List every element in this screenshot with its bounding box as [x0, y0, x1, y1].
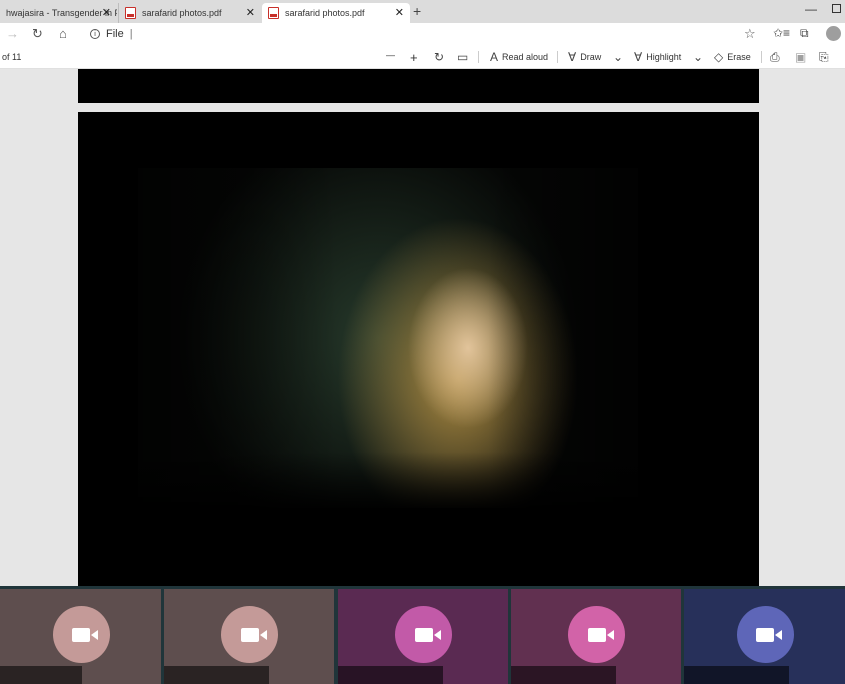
- participant-tile[interactable]: [0, 589, 161, 684]
- highlight-label: Highlight: [646, 52, 682, 62]
- close-tab-icon[interactable]: ✕: [102, 6, 111, 19]
- tab-label: sarafarid photos.pdf: [285, 8, 365, 18]
- rotate-icon: ↻: [434, 50, 445, 64]
- chevron-down-icon: ⌄: [693, 50, 704, 64]
- save-icon: ▣: [795, 50, 807, 64]
- zoom-out-button[interactable]: —: [386, 50, 395, 60]
- divider: [557, 51, 558, 63]
- camera-icon: [568, 606, 625, 663]
- tab-transgender[interactable]: hwajasira - Transgender in Paki ✕: [0, 3, 117, 23]
- participant-tile[interactable]: [338, 589, 508, 684]
- erase-button[interactable]: ◇ Erase: [714, 50, 751, 64]
- zoom-in-icon: +: [410, 50, 418, 65]
- participant-name-bar: [684, 666, 789, 684]
- url-field[interactable]: i File |: [84, 25, 764, 43]
- collections-icon[interactable]: ⧉: [800, 26, 809, 41]
- new-tab-button[interactable]: +: [413, 3, 421, 19]
- divider: [478, 51, 479, 63]
- read-aloud-icon: A: [490, 50, 499, 64]
- close-tab-icon[interactable]: ✕: [395, 6, 404, 19]
- pdf-icon: [125, 7, 136, 19]
- draw-button[interactable]: ∀ Draw: [568, 50, 601, 64]
- avatar[interactable]: [826, 26, 841, 41]
- participant-name-bar: [338, 666, 443, 684]
- pdf-page: [78, 112, 759, 586]
- participant-tile[interactable]: [164, 589, 334, 684]
- print-button[interactable]: ⎙: [770, 50, 784, 65]
- forward-icon[interactable]: →: [6, 26, 19, 41]
- fit-page-button[interactable]: ▭: [457, 50, 472, 64]
- pdf-icon: [268, 7, 279, 19]
- close-tab-icon[interactable]: ✕: [246, 6, 255, 19]
- save-as-icon: ⎘: [819, 50, 829, 64]
- camera-icon: [736, 606, 794, 663]
- highlight-dropdown[interactable]: ⌄: [693, 50, 707, 64]
- camera-icon: [52, 606, 110, 663]
- favorite-star-icon[interactable]: ☆: [744, 26, 756, 42]
- participant-name-bar: [164, 666, 269, 684]
- draw-label: Draw: [580, 52, 602, 62]
- url-text: |: [129, 28, 133, 40]
- tab-pdf-1[interactable]: sarafarid photos.pdf ✕: [118, 3, 261, 23]
- draw-icon: ∀: [568, 50, 577, 64]
- rotate-button[interactable]: ↻: [434, 50, 448, 64]
- fit-page-icon: ▭: [457, 50, 469, 64]
- tab-strip: hwajasira - Transgender in Paki ✕ sarafa…: [0, 0, 845, 23]
- draw-dropdown[interactable]: ⌄: [613, 50, 627, 64]
- info-icon[interactable]: i: [90, 29, 100, 39]
- meeting-tiles-bar: [0, 586, 845, 684]
- pdf-page-previous: [78, 69, 759, 103]
- tab-label: hwajasira - Transgender in Paki: [6, 8, 117, 18]
- participant-tile[interactable]: [684, 589, 845, 684]
- participant-name-bar: [0, 666, 82, 684]
- save-as-button[interactable]: ⎘: [819, 50, 833, 65]
- refresh-icon[interactable]: ↻: [32, 26, 43, 42]
- chevron-down-icon: ⌄: [613, 50, 624, 64]
- zoom-in-button[interactable]: +: [410, 50, 418, 65]
- page-count: of 11: [2, 52, 22, 62]
- save-button[interactable]: ▣: [795, 50, 810, 64]
- scheme-label: File: [106, 28, 124, 40]
- home-icon[interactable]: ⌂: [59, 26, 67, 41]
- camera-icon: [395, 606, 452, 663]
- eraser-icon: ◇: [714, 50, 724, 64]
- tab-pdf-active[interactable]: sarafarid photos.pdf ✕: [262, 3, 410, 23]
- photo-fade: [138, 452, 638, 512]
- address-bar: → ↻ ⌂ i File | ☆ ✩≡ ⧉: [0, 23, 845, 45]
- zoom-out-icon: —: [386, 50, 395, 60]
- divider: [761, 51, 762, 63]
- tab-label: sarafarid photos.pdf: [142, 8, 222, 18]
- highlight-icon: ∀: [634, 50, 643, 64]
- pdf-toolbar: of 11 — + ↻ ▭ A Read aloud ∀ Draw ⌄ ∀ Highl…: [0, 45, 845, 69]
- favorites-icon[interactable]: ✩≡: [773, 26, 790, 40]
- pdf-viewer[interactable]: [0, 69, 845, 586]
- print-icon: ⎙: [770, 50, 780, 64]
- minimize-button[interactable]: —: [805, 2, 817, 16]
- read-aloud-button[interactable]: A Read aloud: [490, 50, 548, 64]
- maximize-button[interactable]: [832, 4, 841, 13]
- participant-name-bar: [511, 666, 616, 684]
- highlight-button[interactable]: ∀ Highlight: [634, 50, 681, 64]
- participant-tile[interactable]: [511, 589, 681, 684]
- read-aloud-label: Read aloud: [502, 52, 549, 62]
- erase-label: Erase: [727, 52, 751, 62]
- camera-icon: [221, 606, 278, 663]
